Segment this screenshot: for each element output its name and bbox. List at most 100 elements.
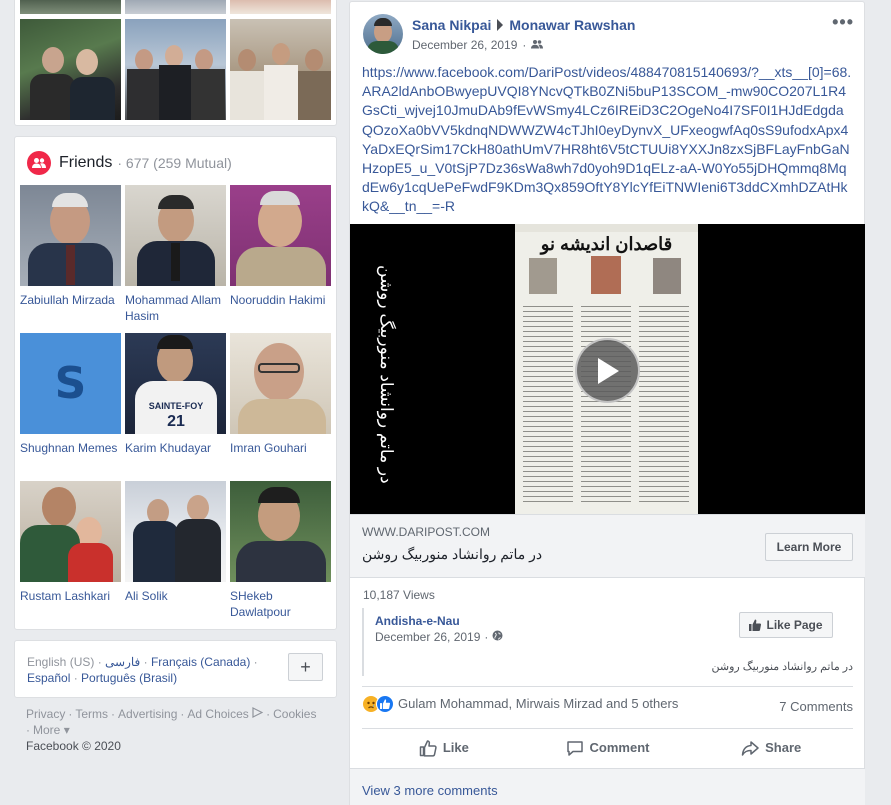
video-player[interactable]: در ماتم روانشاد منوربیگ روشن قاصدان اندی…	[350, 224, 865, 514]
friend-photo[interactable]	[230, 185, 331, 286]
footer-link-more[interactable]: More	[33, 723, 60, 737]
friend-name[interactable]: Ali Solik	[125, 588, 226, 604]
link-preview[interactable]: WWW.DARIPOST.COM در ماتم روانشاد منوربیگ…	[350, 514, 865, 578]
page-description: در ماتم روانشاد منوربیگ روشن	[711, 661, 853, 673]
comments-area: View 3 more comments	[350, 768, 865, 805]
arrow-right-icon	[497, 19, 504, 31]
post-text[interactable]: https://www.facebook.com/DariPost/videos…	[362, 63, 854, 217]
friend-item[interactable]: Mohammad Allam Hasim	[125, 185, 226, 324]
footer-link-privacy[interactable]: Privacy	[26, 707, 65, 721]
like-page-label: Like Page	[766, 618, 823, 632]
jersey-text: SAINTE-FOY	[148, 401, 204, 411]
friend-photo[interactable]	[230, 481, 331, 582]
friend-name[interactable]: Mohammad Allam Hasim	[125, 292, 226, 324]
view-more-comments-link[interactable]: View 3 more comments	[362, 783, 498, 798]
friend-item[interactable]: SAINTE-FOY 21 Karim Khudayar	[125, 333, 226, 456]
comment-label: Comment	[589, 740, 650, 755]
friend-item[interactable]: SHekeb Dawlatpour	[230, 481, 331, 620]
current-language: English (US)	[27, 655, 95, 669]
share-icon	[741, 740, 759, 756]
footer-link-advertising[interactable]: Advertising	[118, 707, 177, 721]
friend-item[interactable]: Zabiullah Mirzada	[20, 185, 121, 308]
photo-thumb[interactable]	[20, 19, 121, 120]
footer-link-ad-choices[interactable]: Ad Choices	[187, 707, 248, 721]
post-date[interactable]: December 26, 2019	[412, 38, 517, 52]
friend-item[interactable]: Nooruddin Hakimi	[230, 185, 331, 308]
friends-count: · 677 (259 Mutual)	[117, 155, 232, 171]
post-target[interactable]: Monawar Rawshan	[509, 17, 635, 33]
friends-header[interactable]: Friends · 677 (259 Mutual)	[27, 151, 232, 175]
globe-icon	[492, 630, 503, 644]
language-option[interactable]: فارسی	[105, 655, 140, 669]
friend-name[interactable]: Imran Gouhari	[230, 440, 331, 456]
language-list: English (US) · فارسی · Français (Canada)…	[27, 655, 258, 685]
photo-thumb[interactable]	[125, 0, 226, 14]
friends-privacy-icon[interactable]	[531, 38, 544, 52]
friends-title[interactable]: Friends	[59, 154, 112, 172]
page-logo: S	[54, 358, 87, 409]
comments-count[interactable]: 7 Comments	[779, 699, 853, 714]
language-option[interactable]: Português (Brasil)	[81, 671, 177, 685]
post-menu-button[interactable]: •••	[832, 12, 854, 33]
photo-thumb[interactable]	[230, 19, 331, 120]
friend-photo[interactable]	[125, 185, 226, 286]
share-button[interactable]: Share	[689, 729, 853, 766]
share-label: Share	[765, 740, 802, 755]
shared-page-block: Andisha-e-Nau December 26, 2019 · Like P…	[362, 608, 853, 676]
like-label: Like	[442, 740, 469, 755]
newspaper-title: قاصدان اندیشه نو	[540, 234, 673, 254]
reaction-names[interactable]: Gulam Mohammad, Mirwais Mirzad and 5 oth…	[398, 696, 678, 711]
link-domain: WWW.DARIPOST.COM	[362, 525, 490, 539]
link-title[interactable]: در ماتم روانشاد منوربیگ روشن	[362, 546, 542, 563]
play-icon	[597, 357, 619, 384]
thumbs-up-icon	[749, 619, 762, 631]
friend-name[interactable]: Rustam Lashkari	[20, 588, 121, 604]
friends-card: Friends · 677 (259 Mutual) Zabiullah Mir…	[14, 136, 337, 630]
friend-name[interactable]: Karim Khudayar	[125, 440, 226, 456]
view-count: 10,187 Views	[363, 588, 435, 602]
friend-photo[interactable]	[230, 333, 331, 434]
add-language-button[interactable]: +	[288, 653, 323, 681]
page-name[interactable]: Andisha-e-Nau	[375, 614, 460, 628]
footer-link-cookies[interactable]: Cookies	[273, 707, 316, 721]
more-arrow-icon: ▾	[63, 723, 70, 737]
photos-card	[14, 0, 337, 126]
like-page-button[interactable]: Like Page	[739, 612, 833, 638]
avatar[interactable]	[363, 14, 403, 54]
like-button[interactable]: Like	[362, 729, 526, 766]
post-meta: December 26, 2019 ·	[412, 38, 544, 52]
video-caption: در ماتم روانشاد منوربیگ روشن	[377, 264, 396, 484]
comment-button[interactable]: Comment	[526, 729, 690, 766]
photo-thumb[interactable]	[20, 0, 121, 14]
friend-name[interactable]: Shughnan Memes	[20, 440, 121, 456]
friend-item[interactable]: Ali Solik	[125, 481, 226, 604]
friend-name[interactable]: Zabiullah Mirzada	[20, 292, 121, 308]
page-date[interactable]: December 26, 2019	[375, 630, 480, 644]
language-option[interactable]: Español	[27, 671, 70, 685]
friend-photo[interactable]	[20, 481, 121, 582]
like-reaction-icon	[376, 694, 394, 713]
friend-photo[interactable]	[20, 185, 121, 286]
comment-icon	[566, 740, 583, 756]
page-footer: Privacy · Terms · Advertising · Ad Choices · Co…	[26, 707, 317, 753]
friend-name[interactable]: Nooruddin Hakimi	[230, 292, 331, 308]
footer-link-terms[interactable]: Terms	[75, 707, 108, 721]
friend-name[interactable]: SHekeb Dawlatpour	[230, 588, 331, 620]
jersey-number: 21	[167, 413, 185, 430]
photo-thumb[interactable]	[230, 0, 331, 14]
friend-item[interactable]: Imran Gouhari	[230, 333, 331, 456]
friend-photo[interactable]	[125, 481, 226, 582]
friend-item[interactable]: S Shughnan Memes	[20, 333, 121, 456]
reactions-bar[interactable]: Gulam Mohammad, Mirwais Mirzad and 5 oth…	[362, 686, 853, 714]
learn-more-button[interactable]: Learn More	[765, 533, 853, 561]
ad-choices-icon	[252, 707, 264, 721]
play-button[interactable]	[575, 338, 640, 403]
post-author-line: Sana Nikpai Monawar Rawshan	[412, 17, 635, 33]
friend-photo[interactable]: SAINTE-FOY 21	[125, 333, 226, 434]
friend-photo[interactable]: S	[20, 333, 121, 434]
language-option[interactable]: Français (Canada)	[151, 655, 250, 669]
copyright: Facebook © 2020	[26, 739, 121, 753]
photo-thumb[interactable]	[125, 19, 226, 120]
friend-item[interactable]: Rustam Lashkari	[20, 481, 121, 604]
post-author[interactable]: Sana Nikpai	[412, 17, 491, 33]
